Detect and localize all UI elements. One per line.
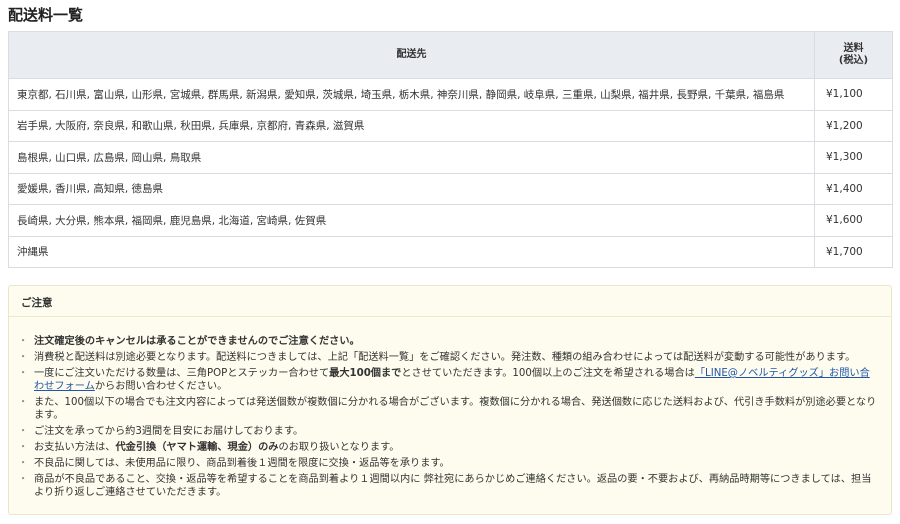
price-cell: ¥1,700 xyxy=(814,235,893,268)
table-row: 島根県, 山口県, 広島県, 岡山県, 鳥取県 ¥1,300 xyxy=(8,141,893,174)
price-cell: ¥1,400 xyxy=(814,172,893,205)
region-cell: 東京都, 石川県, 富山県, 山形県, 宮城県, 群馬県, 新潟県, 愛知県, … xyxy=(8,78,815,111)
notice-item-cancel: 注文確定後のキャンセルは承ることができませんのでご注意ください。 xyxy=(18,335,877,348)
table-row: 長崎県, 大分県, 熊本県, 福岡県, 鹿児島県, 北海道, 宮崎県, 佐賀県 … xyxy=(8,204,893,237)
region-cell: 島根県, 山口県, 広島県, 岡山県, 鳥取県 xyxy=(8,141,815,174)
notice-title: ご注意 xyxy=(9,286,891,317)
page-title: 配送料一覧 xyxy=(8,6,84,24)
region-cell: 愛媛県, 香川県, 高知県, 徳島県 xyxy=(8,172,815,205)
price-cell: ¥1,200 xyxy=(814,109,893,142)
notice-item-text: とさせていただきます。100個以上のご注文を希望される場合は xyxy=(401,368,695,379)
column-header-region: 配送先 xyxy=(8,31,815,79)
region-cell: 岩手県, 大阪府, 奈良県, 和歌山県, 秋田県, 兵庫県, 京都府, 青森県,… xyxy=(8,109,815,142)
notice-item-text: のお取り扱いとなります。 xyxy=(278,442,400,453)
notice-item-emphasis: 代金引換（ヤマト運輸、現金）のみ xyxy=(115,442,279,453)
price-cell: ¥1,100 xyxy=(814,78,893,111)
notice-item-text: お支払い方法は、 xyxy=(34,442,116,453)
notice-item-text: 注文確定後のキャンセルは承ることができませんのでご注意ください。 xyxy=(34,336,360,347)
notice-item-tax: 消費税と配送料は別途必要となります。配送料につきましては、上記「配送料一覧」をご… xyxy=(18,351,877,364)
notice-item-returns: 商品が不良品であること、交換・返品等を希望することを商品到着より１週間以内に 弊… xyxy=(18,473,877,499)
region-cell: 長崎県, 大分県, 熊本県, 福岡県, 鹿児島県, 北海道, 宮崎県, 佐賀県 xyxy=(8,204,815,237)
region-cell: 沖縄県 xyxy=(8,235,815,268)
table-row: 愛媛県, 香川県, 高知県, 徳島県 ¥1,400 xyxy=(8,172,893,205)
notice-item-delivery-time: ご注文を承ってから約3週間を目安にお届けしております。 xyxy=(18,425,877,438)
shipping-rate-table: 配送先 送料 (税込) 東京都, 石川県, 富山県, 山形県, 宮城県, 群馬県… xyxy=(8,31,893,268)
price-cell: ¥1,300 xyxy=(814,141,893,174)
column-header-price-line2: (税込) xyxy=(838,55,869,66)
notice-item-text: からお問い合わせください。 xyxy=(94,381,228,392)
column-header-price: 送料 (税込) xyxy=(814,31,893,79)
notice-item-payment: お支払い方法は、代金引換（ヤマト運輸、現金）のみのお取り扱いとなります。 xyxy=(18,441,877,454)
notice-item-split-shipment: また、100個以下の場合でも注文内容によっては発送個数が複数個に分かれる場合がご… xyxy=(18,396,877,422)
notice-box: ご注意 注文確定後のキャンセルは承ることができませんのでご注意ください。 消費税… xyxy=(8,285,892,515)
table-row: 沖縄県 ¥1,700 xyxy=(8,235,893,268)
notice-item-emphasis: 最大100個まで xyxy=(329,368,402,379)
notice-item-quantity: 一度にご注文いただける数量は、三角POPとステッカー合わせて最大100個までとさ… xyxy=(18,367,877,393)
price-cell: ¥1,600 xyxy=(814,204,893,237)
notice-item-defective: 不良品に関しては、未使用品に限り、商品到着後１週間を限度に交換・返品等を承ります… xyxy=(18,457,877,470)
notice-list: 注文確定後のキャンセルは承ることができませんのでご注意ください。 消費税と配送料… xyxy=(9,317,891,499)
notice-item-text: 一度にご注文いただける数量は、三角POPとステッカー合わせて xyxy=(34,368,330,379)
table-row: 東京都, 石川県, 富山県, 山形県, 宮城県, 群馬県, 新潟県, 愛知県, … xyxy=(8,78,893,111)
table-header-row: 配送先 送料 (税込) xyxy=(8,31,893,79)
table-row: 岩手県, 大阪府, 奈良県, 和歌山県, 秋田県, 兵庫県, 京都府, 青森県,… xyxy=(8,109,893,142)
column-header-price-line1: 送料 xyxy=(843,43,864,54)
